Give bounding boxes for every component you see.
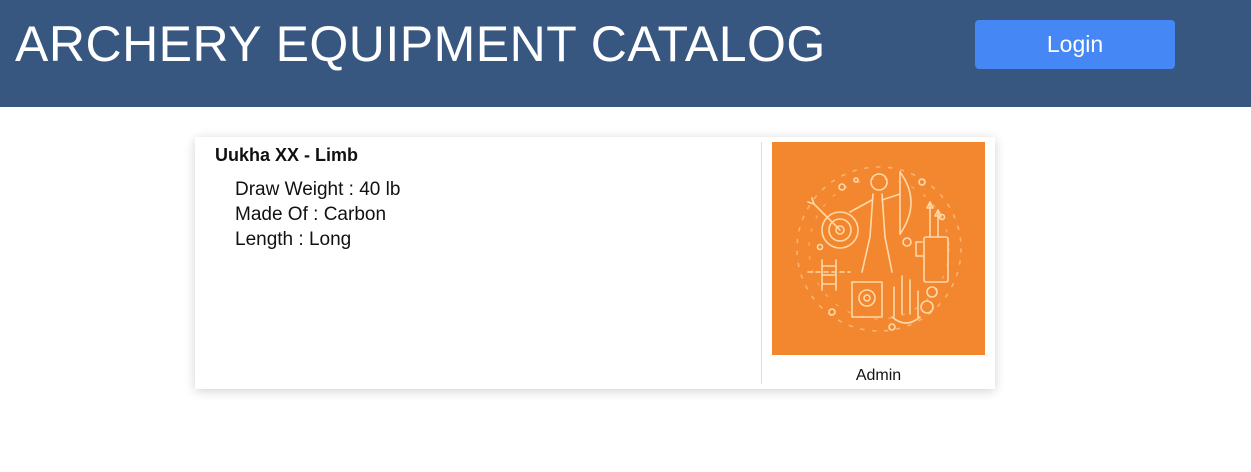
owner-label: Admin <box>855 367 902 384</box>
header-bar: ARCHERY EQUIPMENT CATALOG Login <box>0 0 1251 107</box>
spec-length: Length : Long <box>235 229 352 250</box>
site-title: ARCHERY EQUIPMENT CATALOG <box>15 16 826 72</box>
item-details: Uukha XX - Limb Draw Weight : 40 lb Made… <box>195 137 761 389</box>
archery-illustration-icon <box>772 142 985 355</box>
spec-list: Draw Weight : 40 lb Made Of : Carbon Len… <box>235 177 400 252</box>
item-card: Uukha XX - Limb Draw Weight : 40 lb Made… <box>195 137 995 389</box>
spec-draw-weight: Draw Weight : 40 lb <box>235 179 401 200</box>
login-button[interactable]: Login <box>975 20 1175 69</box>
spec-material: Made Of : Carbon <box>235 204 387 225</box>
item-title: Uukha XX - Limb <box>215 145 359 165</box>
item-side-panel: Admin <box>762 137 995 389</box>
